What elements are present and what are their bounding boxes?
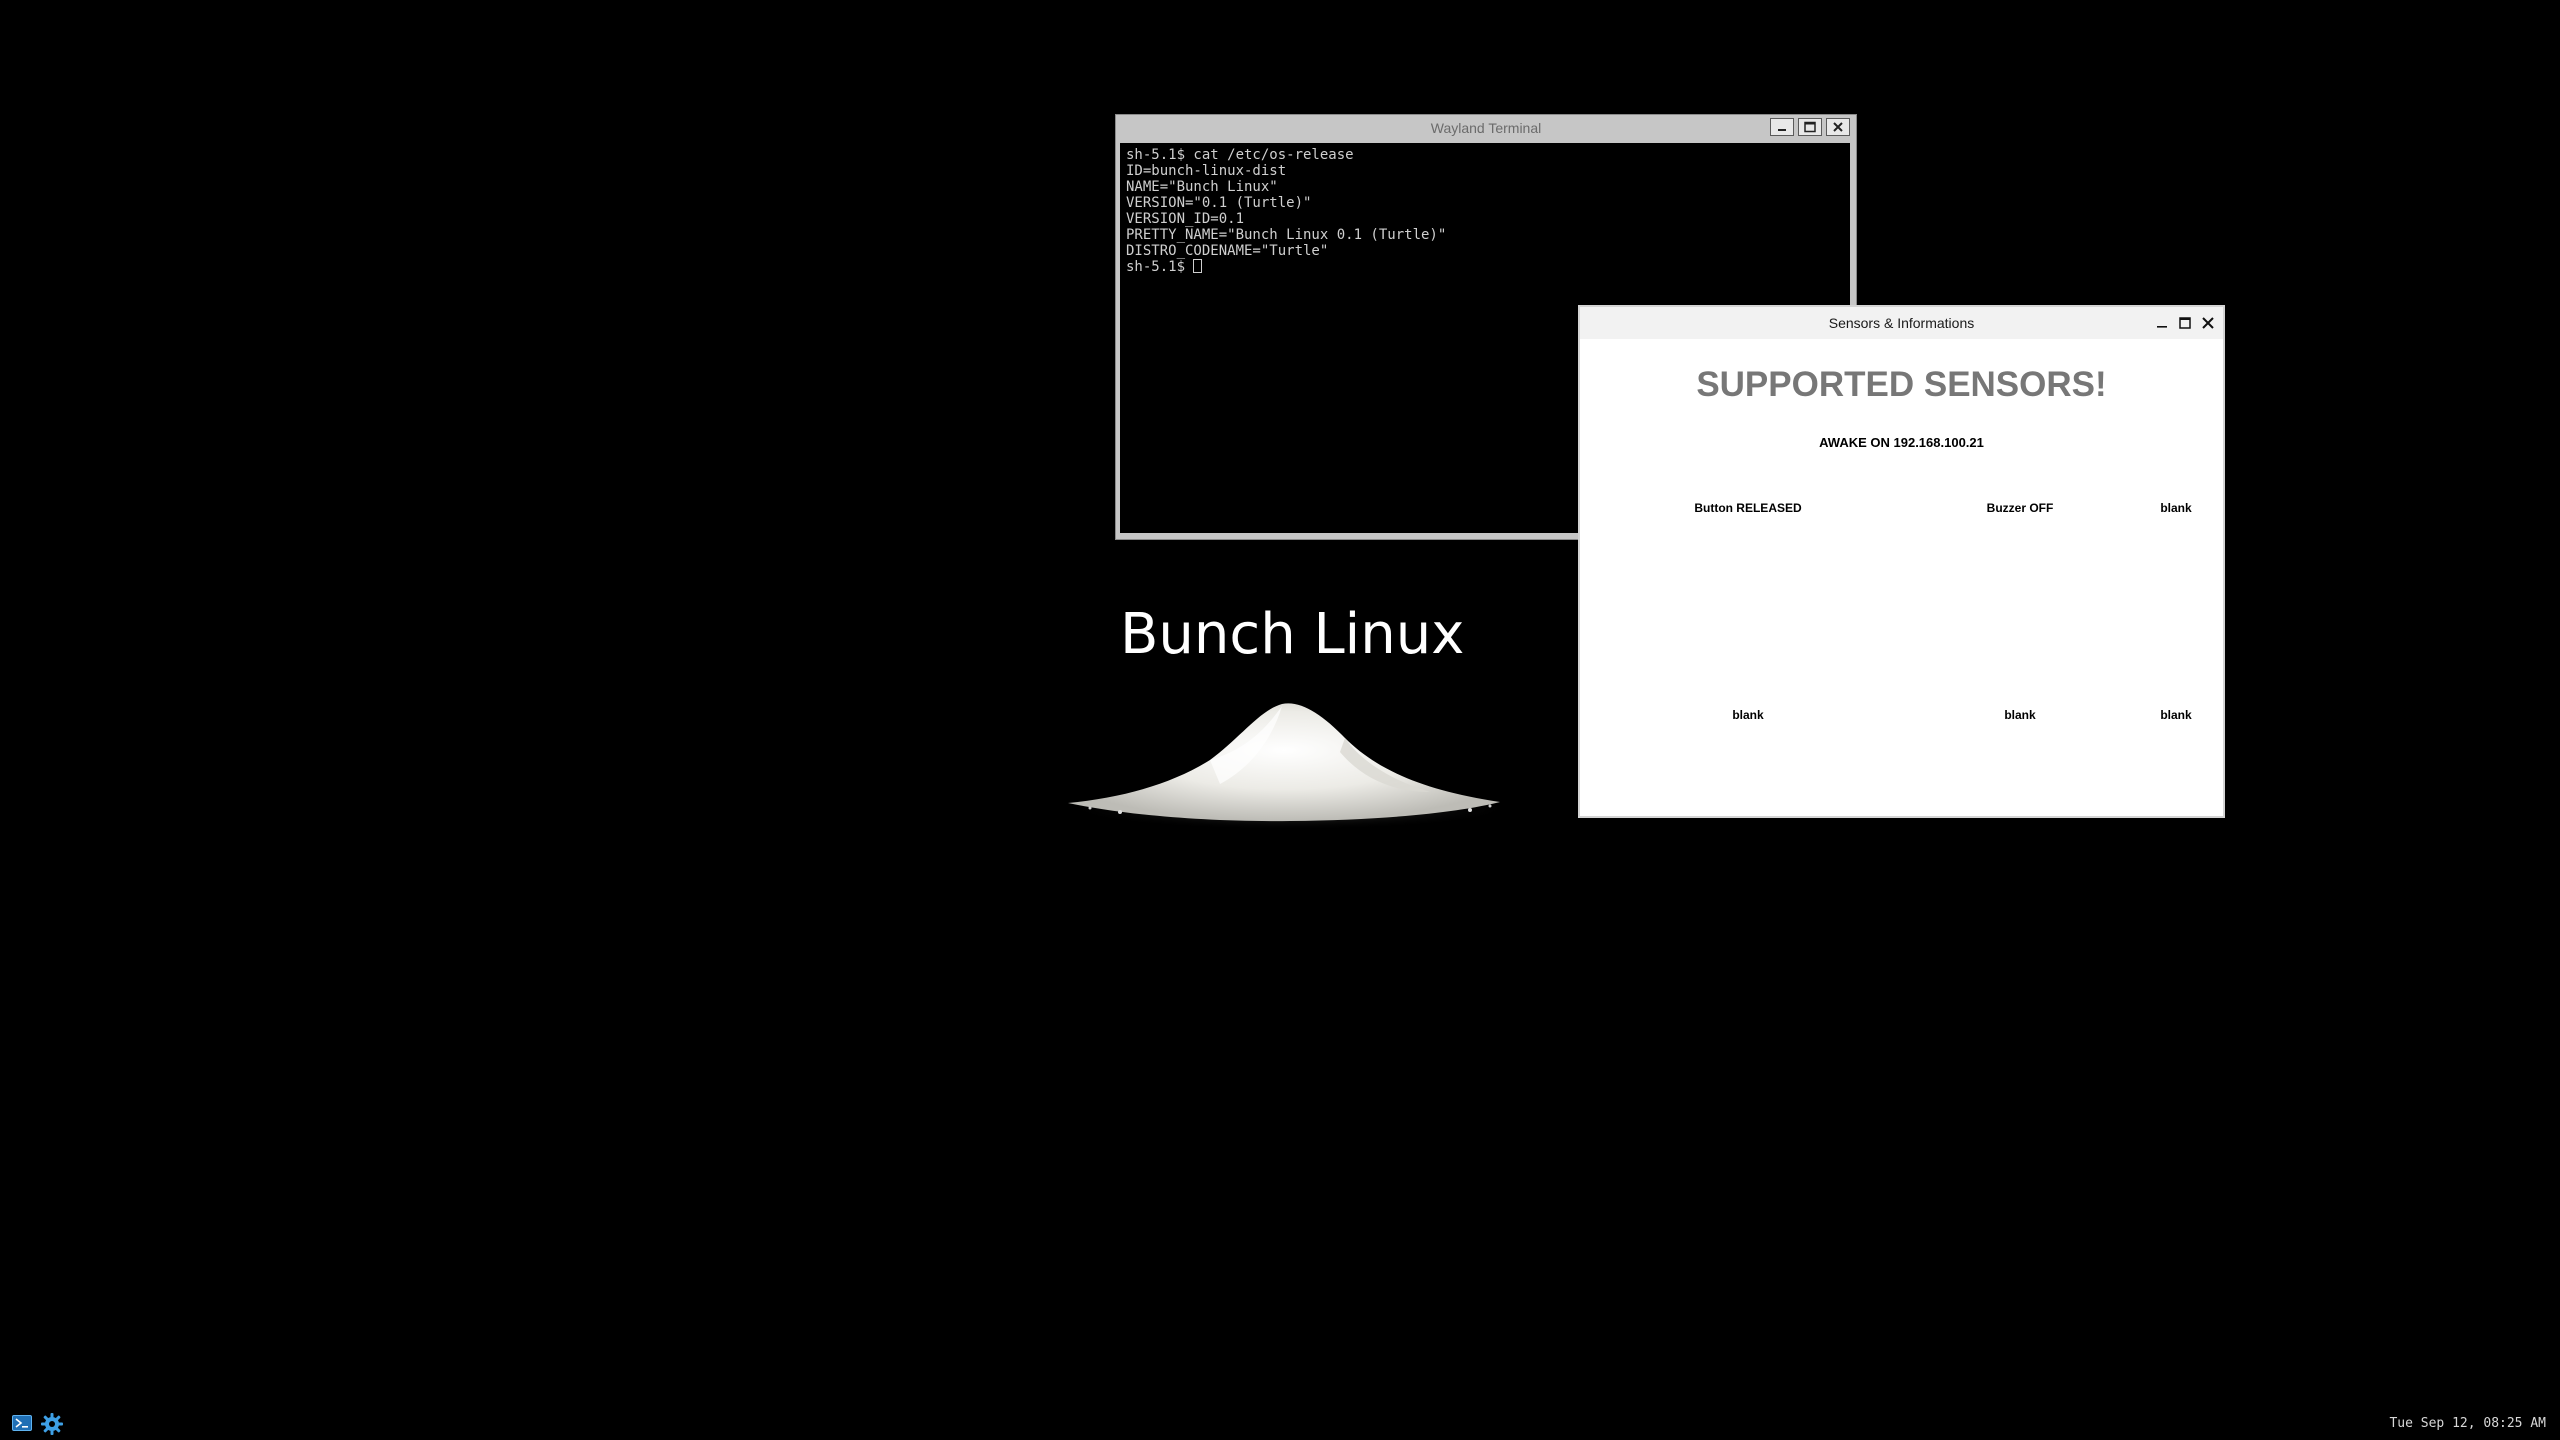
sensors-maximize-button[interactable] [2176,314,2194,332]
terminal-titlebar[interactable]: Wayland Terminal [1116,115,1856,139]
sensor-slot-blank: blank [1732,708,1764,722]
maximize-icon [1804,121,1816,133]
terminal-title: Wayland Terminal [1430,120,1542,136]
settings-gear-icon[interactable] [40,1412,64,1436]
taskbar-clock[interactable]: Tue Sep 12, 08:25 AM [2389,1416,2546,1431]
sensor-slot-blank: blank [2160,708,2192,722]
sensors-titlebar[interactable]: Sensors & Informations [1580,307,2223,339]
sensors-close-button[interactable] [2199,314,2217,332]
terminal-cursor [1193,259,1203,273]
minimize-icon [1778,129,1786,131]
terminal-prompt: sh-5.1$ [1126,259,1194,275]
terminal-line: NAME="Bunch Linux" [1126,179,1278,195]
sensor-button-state: Button RELEASED [1694,501,1802,515]
sensors-minimize-button[interactable] [2153,314,2171,332]
terminal-minimize-button[interactable] [1770,118,1794,136]
sensors-window-title: Sensors & Informations [1828,315,1975,331]
close-icon [1833,122,1843,132]
terminal-maximize-button[interactable] [1798,118,1822,136]
device-status-text: AWAKE ON 192.168.100.21 [1819,435,1984,450]
sensors-heading: SUPPORTED SENSORS! [1696,365,2107,404]
terminal-line: sh-5.1$ cat /etc/os-release [1126,147,1354,163]
wallpaper-brand-title: Bunch Linux [1120,602,1465,667]
flour-pile-image [1065,703,1515,830]
terminal-line: VERSION_ID=0.1 [1126,211,1245,227]
terminal-line: ID=bunch-linux-dist [1126,163,1287,179]
sensors-window[interactable]: Sensors & Informations SUPPORTED SENSORS… [1578,305,2225,818]
terminal-launcher-icon[interactable] [12,1415,32,1431]
terminal-line: DISTRO_CODENAME="Turtle" [1126,243,1329,259]
terminal-prompt-line[interactable]: sh-5.1$ [1126,259,1844,275]
terminal-line: PRETTY_NAME="Bunch Linux 0.1 (Turtle)" [1126,227,1447,243]
terminal-close-button[interactable] [1826,118,1850,136]
terminal-line: VERSION="0.1 (Turtle)" [1126,195,1312,211]
sensor-slot-blank: blank [2160,501,2192,515]
